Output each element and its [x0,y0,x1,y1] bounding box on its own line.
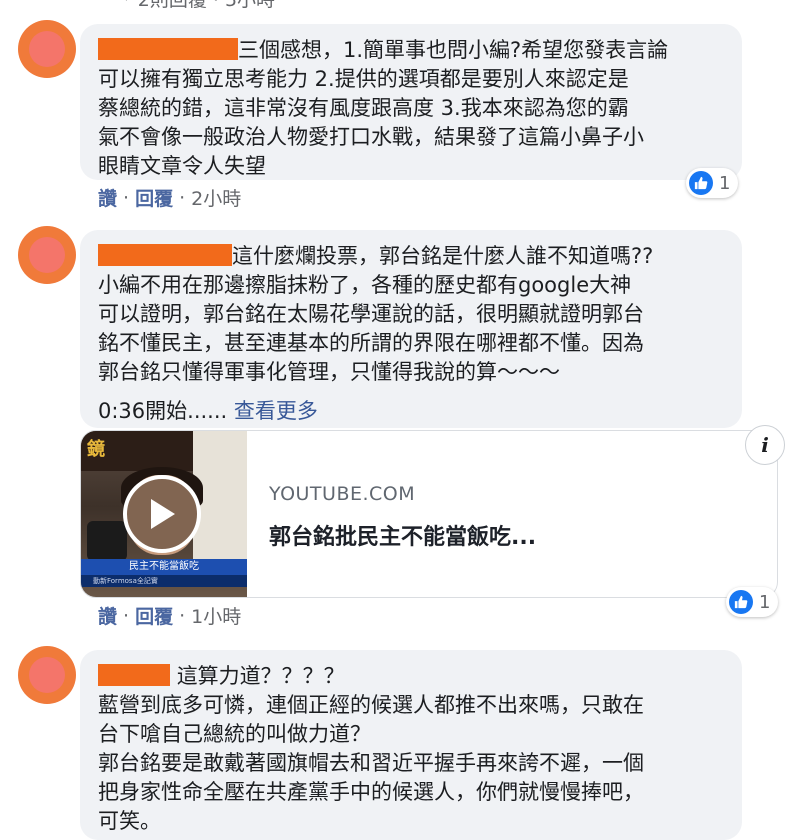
reply-arrow-icon: ↪ [118,0,130,6]
play-icon[interactable] [123,475,201,553]
info-icon[interactable]: i [745,425,785,465]
thumbs-up-icon [689,171,713,195]
comment-text: 這什麼爛投票，郭台銘是什麼人誰不知道嗎?? 小編不用在那邊擦脂抹粉了，各種的歷史… [98,244,654,384]
like-link[interactable]: 讚 [98,184,117,211]
see-more-link[interactable]: 查看更多 [234,399,318,423]
view-replies-label: 2則回覆 · 5小時 [138,0,275,12]
reaction-count: 1 [719,172,731,194]
comment-time[interactable]: 1小時 [191,602,241,629]
truncated-text: 0:36開始...... [98,399,228,423]
like-link[interactable]: 讚 [98,602,117,629]
comment-time[interactable]: 2小時 [191,184,241,211]
thumbs-up-icon [729,590,753,614]
link-preview-card[interactable]: 鏡 民主不能當飯吃 動新Formosa全記實 YOUTUBE.COM 郭台銘批民… [80,430,778,598]
video-thumbnail[interactable]: 鏡 民主不能當飯吃 動新Formosa全記實 [81,431,247,597]
comment-bubble: 這什麼爛投票，郭台銘是什麼人誰不知道嗎?? 小編不用在那邊擦脂抹粉了，各種的歷史… [80,230,742,428]
view-replies-link[interactable]: ↪ 2則回覆 · 5小時 [118,0,275,12]
comment-bubble: 這算力道？？？？ 藍營到底多可憐，連個正經的候選人都推不出來嗎，只敢在 台下嗆自… [80,650,742,840]
reply-link[interactable]: 回覆 [135,602,173,629]
comment-actions: 讚 · 回覆 · 1小時 [98,602,241,629]
avatar[interactable] [18,226,76,284]
reaction-count: 1 [759,591,771,613]
reaction-count-badge[interactable]: 1 [726,587,779,617]
redacted-name [98,664,170,686]
comment-actions: 讚 · 回覆 · 2小時 [98,184,241,211]
redacted-name [98,244,232,266]
thumbnail-subtitle: 動新Formosa全記實 [81,575,247,587]
thumbnail-banner: 民主不能當飯吃 [81,559,247,575]
avatar[interactable] [18,646,76,704]
link-domain: YOUTUBE.COM [269,483,416,505]
avatar[interactable] [18,20,76,78]
redacted-name [98,38,238,60]
comment-bubble: 三個感想，1.簡單事也問小編?希望您發表言論 可以擁有獨立思考能力 2.提供的選… [80,24,742,180]
comment-text: 這算力道？？？？ 藍營到底多可憐，連個正經的候選人都推不出來嗎，只敢在 台下嗆自… [98,664,644,833]
reaction-count-badge[interactable]: 1 [686,168,739,198]
comment-text: 三個感想，1.簡單事也問小編?希望您發表言論 可以擁有獨立思考能力 2.提供的選… [98,38,669,178]
reply-link[interactable]: 回覆 [135,184,173,211]
link-title[interactable]: 郭台銘批民主不能當飯吃... [269,519,536,551]
